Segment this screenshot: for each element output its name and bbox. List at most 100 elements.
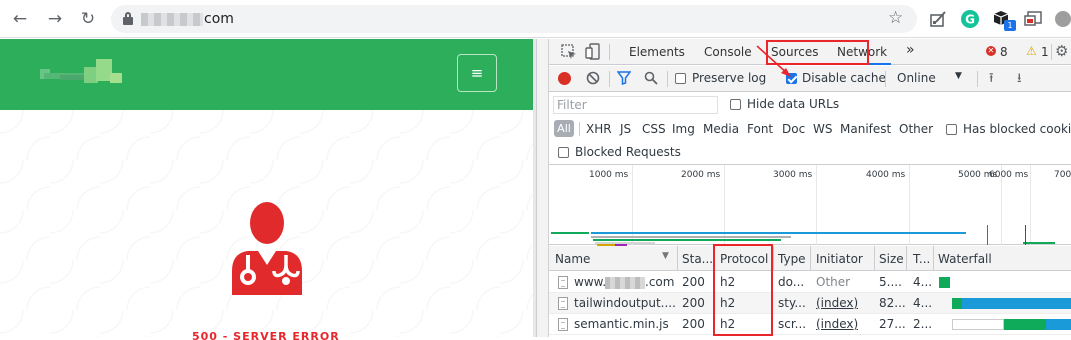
edit-extension-icon[interactable] bbox=[928, 9, 948, 29]
hide-data-urls-checkbox[interactable] bbox=[730, 99, 741, 110]
request-size: 27... bbox=[879, 317, 906, 331]
error-heading: 500 - SERVER ERROR bbox=[192, 330, 340, 340]
hamburger-menu-button[interactable]: ≡ bbox=[457, 54, 497, 92]
request-type: scr... bbox=[778, 317, 807, 331]
device-toolbar-icon[interactable] bbox=[585, 43, 601, 60]
screenshot-extension-icon[interactable] bbox=[1024, 9, 1044, 29]
timeline-tick-label: 6000 ms bbox=[989, 170, 1029, 180]
hide-data-urls-label[interactable]: Hide data URLs bbox=[747, 97, 839, 111]
request-time: 4... bbox=[913, 296, 933, 310]
settings-gear-icon[interactable]: ⚙ bbox=[1055, 42, 1068, 60]
request-name: semantic.min.js bbox=[574, 317, 669, 331]
highlight-box bbox=[713, 244, 773, 336]
type-filter-font[interactable]: Font bbox=[747, 122, 773, 136]
col-size[interactable]: Size bbox=[879, 252, 904, 266]
type-filter-css[interactable]: CSS bbox=[642, 122, 666, 136]
doctor-icon bbox=[232, 202, 302, 295]
stylesheet-icon bbox=[558, 297, 568, 310]
sort-desc-icon: ▼ bbox=[662, 251, 669, 261]
blocked-requests-bar: Blocked Requests bbox=[549, 142, 1071, 165]
warning-icon: ⚠ bbox=[1026, 44, 1037, 58]
devtools-splitter[interactable] bbox=[537, 39, 549, 337]
waterfall-bar bbox=[962, 298, 1071, 309]
site-header: ≡ bbox=[0, 39, 533, 110]
filter-icon[interactable] bbox=[617, 71, 631, 85]
request-type: sty... bbox=[778, 296, 806, 310]
forward-icon[interactable]: → bbox=[44, 8, 66, 30]
col-status[interactable]: Sta... bbox=[682, 252, 713, 266]
address-bar[interactable]: com ☆ bbox=[111, 5, 917, 33]
preserve-log-checkbox[interactable] bbox=[675, 73, 686, 84]
timeline-tick-label: 3000 ms bbox=[773, 170, 813, 180]
col-time[interactable]: T... bbox=[913, 252, 930, 266]
record-icon[interactable] bbox=[558, 72, 571, 85]
tab-elements[interactable]: Elements bbox=[629, 45, 685, 59]
export-har-icon[interactable]: ⭳ bbox=[1017, 69, 1022, 91]
page-viewport: ≡ 500 - SERVER ERROR bbox=[0, 39, 536, 340]
tab-console[interactable]: Console bbox=[704, 45, 752, 59]
type-filter-ws[interactable]: WS bbox=[813, 122, 832, 136]
site-logo[interactable] bbox=[40, 59, 132, 89]
request-initiator-link[interactable]: (index) bbox=[816, 296, 858, 310]
type-filter-other[interactable]: Other bbox=[899, 122, 933, 136]
throttling-select[interactable]: Online bbox=[897, 71, 936, 85]
waterfall-bar bbox=[952, 298, 962, 309]
col-type[interactable]: Type bbox=[778, 252, 806, 266]
network-overview[interactable]: 1000 ms 2000 ms 3000 ms 4000 ms 5000 ms … bbox=[549, 165, 1071, 255]
script-icon bbox=[558, 318, 568, 331]
account-icon[interactable] bbox=[1053, 9, 1071, 29]
blocked-requests-checkbox[interactable] bbox=[558, 147, 569, 158]
col-waterfall[interactable]: Waterfall bbox=[938, 252, 992, 266]
annotation-arrow-icon bbox=[756, 45, 791, 77]
request-name-prefix: www. bbox=[574, 275, 607, 289]
filter-input[interactable]: Filter bbox=[553, 96, 718, 114]
type-filter-manifest[interactable]: Manifest bbox=[840, 122, 891, 136]
filter-bar: Filter Hide data URLs bbox=[549, 93, 1071, 117]
has-blocked-cookies-label[interactable]: Has blocked cookies bbox=[963, 122, 1071, 136]
col-initiator[interactable]: Initiator bbox=[816, 252, 863, 266]
chevron-down-icon[interactable]: ▼ bbox=[955, 71, 962, 81]
error-icon: ✕ bbox=[986, 46, 996, 56]
url-text: com bbox=[204, 11, 234, 27]
reload-icon[interactable]: ↻ bbox=[77, 8, 99, 30]
type-filter-img[interactable]: Img bbox=[672, 122, 695, 136]
request-time: 4... bbox=[913, 275, 933, 289]
devtools-panel: Elements Console Sources Network » ✕ 8 ⚠… bbox=[536, 39, 1071, 337]
import-har-icon[interactable]: ⭱ bbox=[989, 69, 994, 91]
warning-count[interactable]: 1 bbox=[1041, 45, 1049, 59]
url-redacted bbox=[141, 13, 203, 26]
table-row[interactable]: semantic.min.js 200 h2 scr... (index) 27… bbox=[549, 314, 1071, 335]
browser-toolbar: ← → ↻ com ☆ G 1 bbox=[0, 0, 1071, 38]
request-status: 200 bbox=[682, 275, 705, 289]
svg-text:G: G bbox=[965, 13, 975, 27]
inspect-element-icon[interactable] bbox=[561, 44, 577, 60]
col-name[interactable]: Name bbox=[555, 252, 590, 266]
timeline-tick-label: 1000 ms bbox=[589, 170, 629, 180]
error-count[interactable]: 8 bbox=[1000, 45, 1008, 59]
waterfall-bar bbox=[1046, 319, 1071, 330]
has-blocked-cookies-checkbox[interactable] bbox=[946, 124, 957, 135]
type-filter-all[interactable]: All bbox=[554, 120, 574, 137]
timeline-tick-label: 2000 ms bbox=[681, 170, 721, 180]
back-icon[interactable]: ← bbox=[9, 8, 31, 30]
search-icon[interactable] bbox=[644, 71, 658, 85]
requests-table-header: Name ▼ Sta... Protocol Type Initiator Si… bbox=[549, 246, 1071, 271]
blocked-requests-label[interactable]: Blocked Requests bbox=[575, 145, 681, 159]
type-filter-doc[interactable]: Doc bbox=[782, 122, 805, 136]
grammarly-icon[interactable]: G bbox=[960, 9, 980, 29]
disable-cache-label[interactable]: Disable cache bbox=[802, 71, 886, 85]
bookmark-star-icon[interactable]: ☆ bbox=[888, 8, 903, 28]
type-filter-xhr[interactable]: XHR bbox=[586, 122, 612, 136]
request-size: 82... bbox=[879, 296, 906, 310]
type-filter-media[interactable]: Media bbox=[703, 122, 739, 136]
document-icon bbox=[558, 276, 568, 289]
more-tabs-icon[interactable]: » bbox=[906, 42, 915, 58]
clear-icon[interactable] bbox=[586, 71, 600, 85]
request-name: tailwindoutput.... bbox=[574, 296, 676, 310]
request-initiator: Other bbox=[816, 275, 851, 289]
table-row[interactable]: tailwindoutput.... 200 h2 sty... (index)… bbox=[549, 293, 1071, 314]
request-size: 5.... bbox=[879, 275, 902, 289]
type-filter-js[interactable]: JS bbox=[620, 122, 631, 136]
table-row[interactable]: www. .com 200 h2 do... Other 5.... 4... bbox=[549, 272, 1071, 293]
request-initiator-link[interactable]: (index) bbox=[816, 317, 858, 331]
